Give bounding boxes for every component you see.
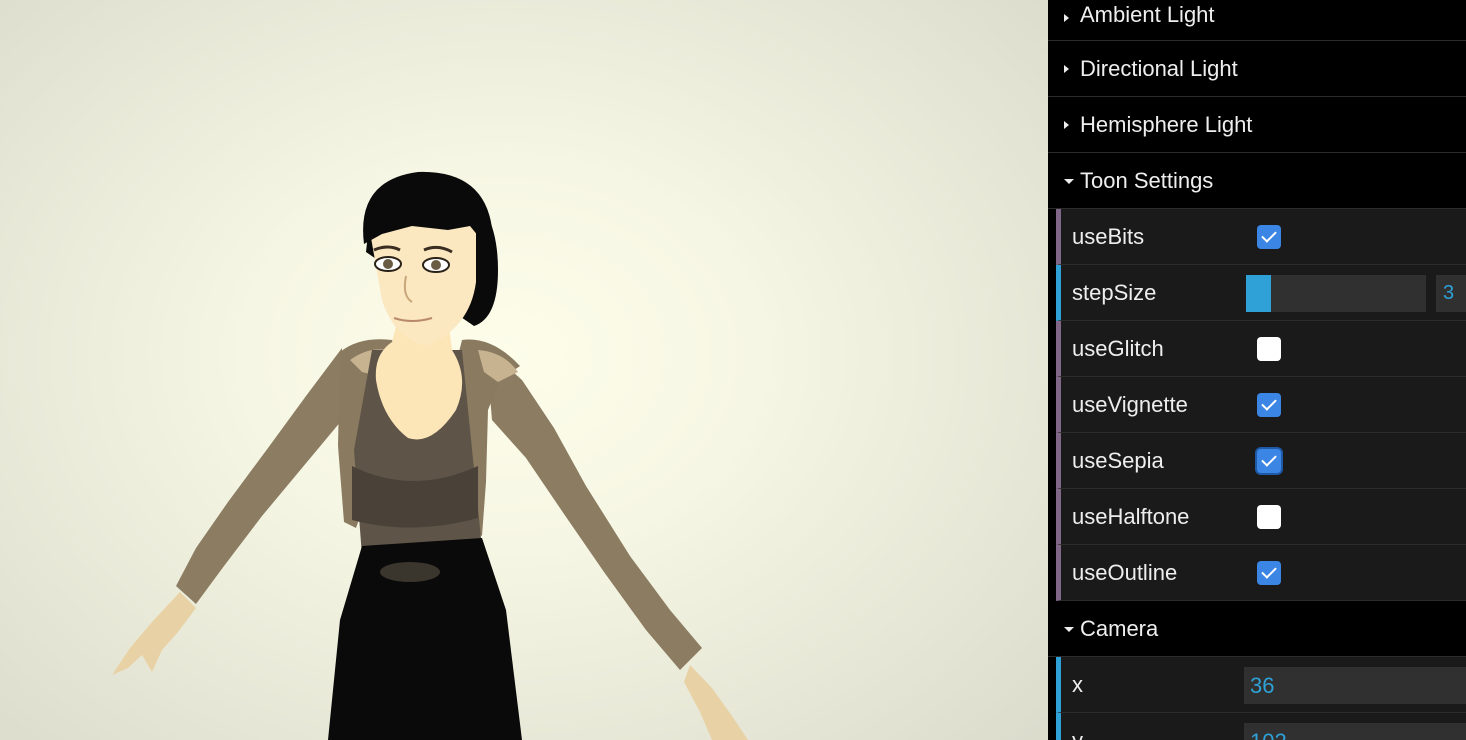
folder-title-label: Ambient Light bbox=[1080, 2, 1215, 27]
control-label: stepSize bbox=[1072, 280, 1157, 305]
control-label: x bbox=[1072, 672, 1083, 697]
stepsize-number-input[interactable]: 3 bbox=[1436, 275, 1466, 312]
camera-y-input[interactable]: 102 bbox=[1244, 723, 1466, 740]
control-row-camera-x: x 36 bbox=[1056, 657, 1466, 713]
control-row-usehalftone: useHalftone bbox=[1056, 489, 1466, 545]
3d-viewport[interactable] bbox=[0, 0, 1048, 740]
useglitch-checkbox[interactable] bbox=[1257, 337, 1281, 361]
useoutline-checkbox[interactable] bbox=[1257, 561, 1281, 585]
control-label: useBits bbox=[1072, 224, 1145, 249]
control-row-usebits: useBits bbox=[1056, 209, 1466, 265]
usevignette-checkbox[interactable] bbox=[1257, 393, 1281, 417]
slider-fill bbox=[1246, 275, 1272, 312]
folder-title-label: Hemisphere Light bbox=[1080, 112, 1253, 137]
usebits-checkbox[interactable] bbox=[1257, 225, 1281, 249]
folder-camera[interactable]: Camera bbox=[1048, 601, 1466, 657]
folder-title-label: Toon Settings bbox=[1080, 168, 1214, 193]
chevron-down-icon bbox=[1064, 626, 1074, 632]
toon-character-render bbox=[112, 171, 748, 740]
control-row-stepsize: stepSize 3 bbox=[1056, 265, 1466, 321]
usehalftone-checkbox[interactable] bbox=[1257, 505, 1281, 529]
control-label: useVignette bbox=[1072, 392, 1188, 417]
folder-toon-settings[interactable]: Toon Settings bbox=[1048, 153, 1466, 209]
camera-x-input[interactable]: 36 bbox=[1244, 667, 1466, 704]
control-row-usesepia: useSepia bbox=[1056, 433, 1466, 489]
control-label: useOutline bbox=[1072, 560, 1178, 585]
stepsize-slider[interactable] bbox=[1246, 275, 1426, 312]
folder-hemisphere-light[interactable]: Hemisphere Light bbox=[1048, 97, 1466, 153]
chevron-right-icon bbox=[1064, 120, 1069, 129]
chevron-down-icon bbox=[1064, 178, 1074, 184]
usesepia-checkbox[interactable] bbox=[1257, 449, 1281, 473]
folder-directional-light[interactable]: Directional Light bbox=[1048, 41, 1466, 97]
chevron-right-icon bbox=[1064, 64, 1069, 73]
folder-title-label: Directional Light bbox=[1080, 56, 1238, 81]
control-row-useoutline: useOutline bbox=[1056, 545, 1466, 601]
control-label: useSepia bbox=[1072, 448, 1164, 473]
control-label: useHalftone bbox=[1072, 504, 1190, 529]
chevron-right-icon bbox=[1064, 14, 1069, 22]
control-row-camera-y: y 102 bbox=[1056, 713, 1466, 740]
control-label: useGlitch bbox=[1072, 336, 1164, 361]
folder-title-label: Camera bbox=[1080, 616, 1159, 641]
folder-ambient-light[interactable]: Ambient Light bbox=[1048, 0, 1466, 41]
control-row-usevignette: useVignette bbox=[1056, 377, 1466, 433]
dat-gui-panel: Ambient Light Directional Light Hemisphe… bbox=[1048, 0, 1466, 740]
control-row-useglitch: useGlitch bbox=[1056, 321, 1466, 377]
control-label: y bbox=[1072, 713, 1083, 740]
